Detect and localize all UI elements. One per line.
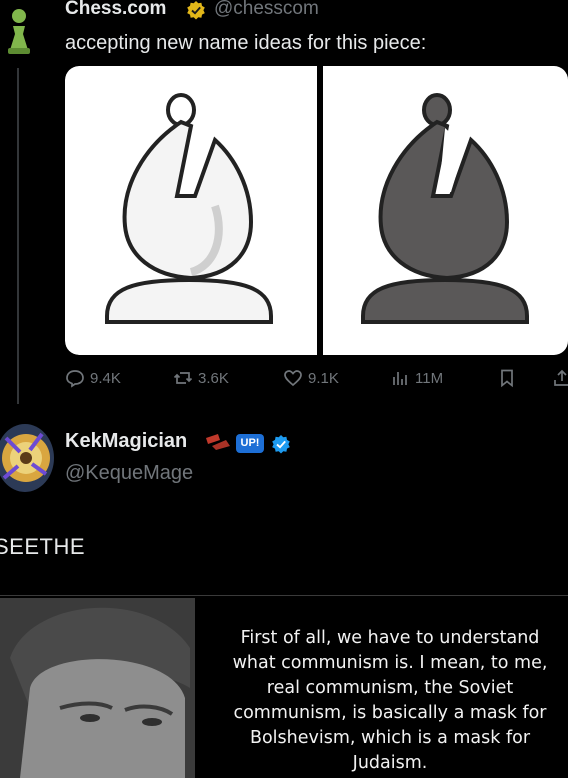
tweet-media[interactable] [65,66,568,355]
views-icon [393,372,407,385]
bookmark-icon [501,369,513,388]
reply-icon [66,370,84,388]
reply-display-name[interactable]: KekMagician [65,430,187,453]
reply-media[interactable]: First of all, we have to understand what… [0,598,568,778]
reply-count: 9.4K [90,369,121,387]
portrait-photo [0,598,195,778]
rocks-icon [204,432,234,452]
share-icon [554,369,568,386]
white-bishop-icon [105,93,273,324]
thread-line [17,68,19,404]
tweet-handle[interactable]: @chesscom [214,0,319,20]
repost-button[interactable]: 3.6K [173,368,229,388]
bookmark-button[interactable] [497,368,517,388]
reply-text: SEETHE [0,534,86,559]
view-count: 11M [415,369,444,387]
black-bishop-icon [361,93,529,324]
heart-icon [284,370,302,387]
tweet-display-name[interactable]: Chess.com [65,0,166,20]
tweet-actions: 9.4K 3.6K 9.1K 11M [65,368,568,392]
like-button[interactable]: 9.1K [283,368,339,388]
views-button[interactable]: 11M [390,368,443,388]
chesscom-avatar[interactable] [4,0,34,56]
up-badge: UP! [236,434,264,453]
share-button[interactable] [552,368,568,388]
blue-verified-icon [271,434,291,454]
pawn-icon [8,9,30,54]
divider [0,595,568,596]
repost-count: 3.6K [198,369,229,387]
reply-avatar[interactable] [0,424,54,492]
like-count: 9.1K [308,369,339,387]
quote-text: First of all, we have to understand what… [232,628,548,773]
repost-icon [173,372,193,384]
media-panel-right[interactable] [323,66,568,355]
media-panel-left[interactable] [65,66,317,355]
reply-handle[interactable]: @KequeMage [65,462,193,485]
reply-button[interactable]: 9.4K [65,368,121,388]
gold-verified-icon [186,0,206,20]
tweet-text: accepting new name ideas for this piece: [65,32,427,54]
